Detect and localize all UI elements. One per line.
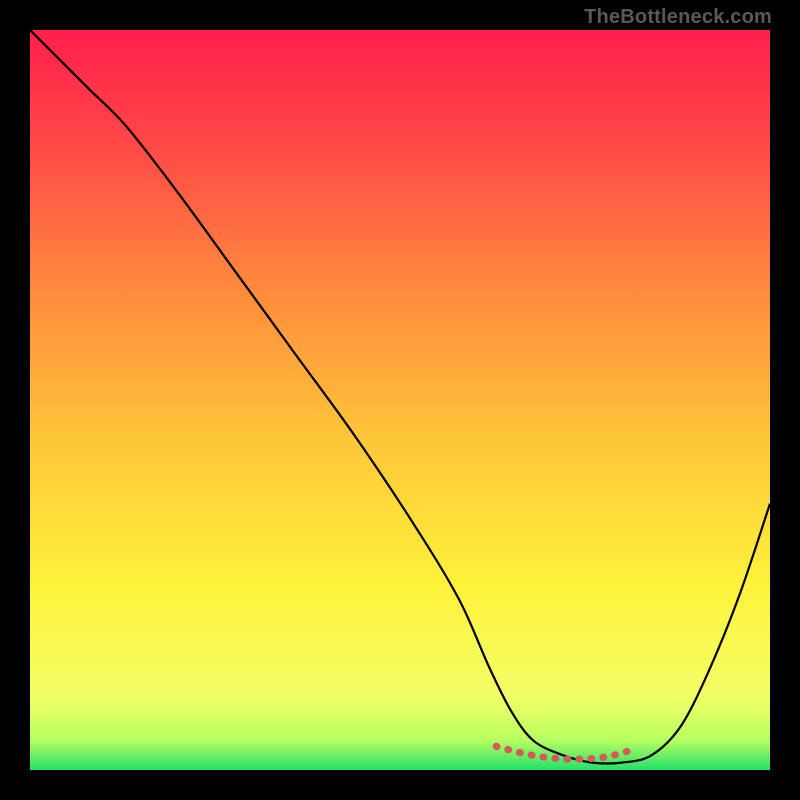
watermark-text: TheBottleneck.com: [584, 6, 772, 29]
plot-area: [30, 30, 770, 770]
gradient-background: [30, 30, 770, 770]
chart-frame: TheBottleneck.com: [0, 0, 800, 800]
chart-svg: [30, 30, 770, 770]
